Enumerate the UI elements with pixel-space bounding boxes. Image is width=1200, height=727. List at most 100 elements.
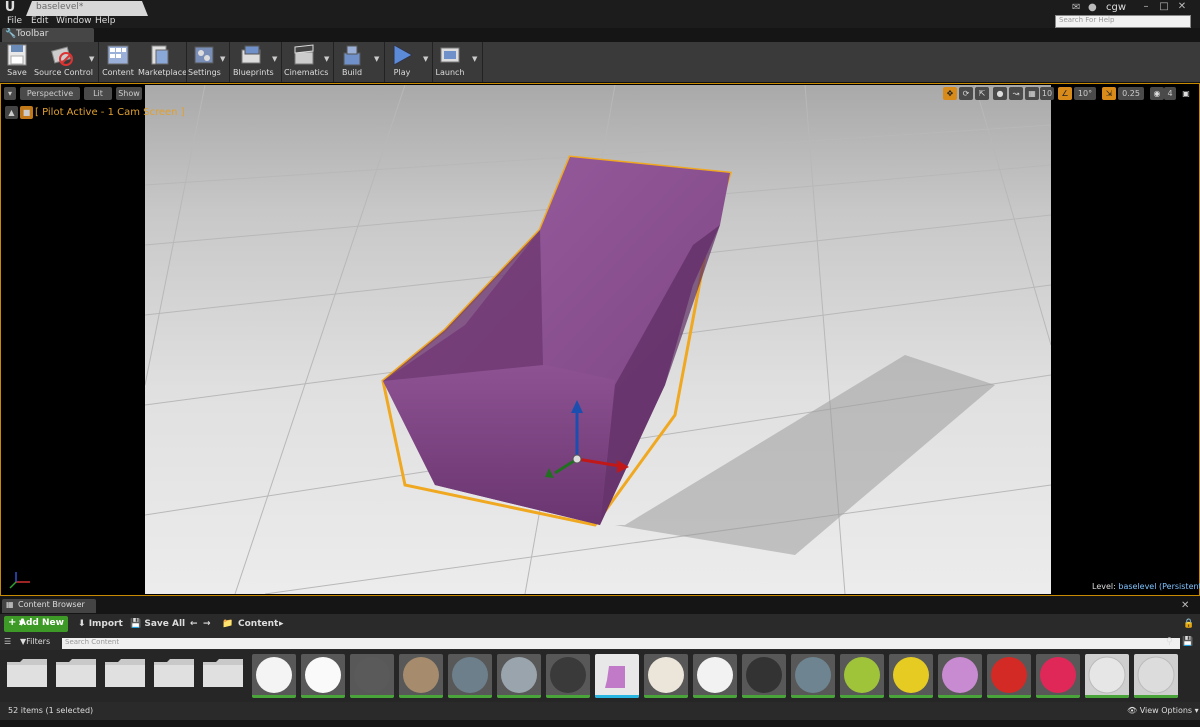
view-options-button[interactable]: 👁 View Options ▾ [1127,706,1199,715]
material-asset-tile[interactable] [546,654,590,698]
content-path-label: Content [238,619,279,629]
viewport-scene[interactable] [145,85,1051,594]
marketplace-icon [151,45,169,65]
content-button[interactable]: Content [102,42,134,82]
maximize-viewport-icon[interactable]: ▣ [1180,87,1192,100]
material-asset-tile[interactable] [693,654,737,698]
content-search-input[interactable]: Search Content [62,638,1180,649]
marketplace-button[interactable]: Marketplace [138,42,187,82]
content-path[interactable]: Content [238,619,278,629]
material-asset-tile[interactable] [1085,654,1129,698]
settings-dropdown-icon[interactable]: ▼ [220,55,225,63]
user-icon[interactable]: ● [1088,2,1097,13]
lock-icon[interactable]: 🔒 [1183,619,1194,629]
perspective-button[interactable]: Perspective [20,87,80,100]
material-asset-tile[interactable] [889,654,933,698]
scene-render [145,85,1051,594]
build-dropdown-icon[interactable]: ▼ [374,55,379,63]
toolbar-tab[interactable]: 🔧 Toolbar [2,28,94,42]
material-asset-tile[interactable] [742,654,786,698]
cinematics-dropdown-icon[interactable]: ▼ [324,55,329,63]
folder-tile[interactable] [104,658,146,688]
material-asset-tile[interactable] [644,654,688,698]
save-all-label: Save All [144,619,186,629]
scale-snap-icon[interactable]: ⇲ [1102,87,1116,100]
surface-snap-icon[interactable]: ↝ [1009,87,1023,100]
level-document-tab[interactable]: baselevel* [26,1,148,16]
material-asset-tile[interactable] [1036,654,1080,698]
chat-icon[interactable]: ✉ [1072,2,1080,13]
folder-tile[interactable] [202,658,244,688]
search-icon[interactable]: ⚲ [1166,637,1173,647]
play-dropdown-icon[interactable]: ▼ [423,55,428,63]
pilot-status: [ Pilot Active - 1 Cam Screen ] [35,107,185,118]
save-button[interactable]: Save [3,42,31,82]
eject-pilot-icon[interactable]: ▲ [5,106,18,119]
material-asset-tile[interactable] [399,654,443,698]
source-control-button[interactable]: Source Control [34,42,93,82]
translate-tool-icon[interactable]: ✥ [943,87,957,100]
minimize-icon[interactable]: – [1140,1,1152,13]
add-new-button[interactable]: + Add New ▼ [4,616,68,632]
menu-edit[interactable]: Edit [31,16,48,26]
blueprints-button[interactable]: Blueprints [233,42,274,82]
path-chevron-icon[interactable]: ▸ [279,619,284,629]
close-icon[interactable]: ✕ [1176,1,1188,13]
material-asset-tile[interactable] [987,654,1031,698]
show-button[interactable]: Show [116,87,142,100]
viewport-options-icon[interactable]: ▾ [4,87,16,100]
import-button[interactable]: ⬇ Import [78,619,123,629]
rotation-snap-value[interactable]: 10° [1074,87,1096,100]
material-asset-tile[interactable] [448,654,492,698]
settings-button[interactable]: Settings [188,42,221,82]
menu-help[interactable]: Help [95,16,116,26]
source-control-dropdown-icon[interactable]: ▼ [89,55,94,63]
menu-bar: File Edit Window Help [0,16,1200,28]
pilot-camera-icon[interactable]: ■ [20,106,33,119]
world-space-icon[interactable]: ● [993,87,1007,100]
folder-tile[interactable] [55,658,97,688]
main-toolbar: Save Source Control ▼ Content Marketplac… [0,42,1200,83]
rotation-snap-icon[interactable]: ∠ [1058,87,1072,100]
material-asset-tile[interactable] [938,654,982,698]
rotate-tool-icon[interactable]: ⟳ [959,87,973,100]
filters-button[interactable]: ▼Filters [20,637,50,646]
back-arrow-icon[interactable]: ← [190,619,198,629]
forward-arrow-icon[interactable]: → [203,619,211,629]
content-browser-tab[interactable]: ▦ Content Browser [2,599,96,613]
maximize-icon[interactable]: □ [1158,1,1170,13]
cinematics-button[interactable]: Cinematics [284,42,328,82]
sources-toggle-icon[interactable]: ☰ [4,637,11,646]
camera-speed-value[interactable]: 4 [1164,87,1176,100]
material-asset-tile[interactable] [497,654,541,698]
blueprints-dropdown-icon[interactable]: ▼ [272,55,277,63]
save-search-icon[interactable]: 💾 [1182,637,1193,647]
play-icon [393,44,414,66]
grid-snap-icon[interactable]: ▦ [1025,87,1039,100]
material-asset-tile[interactable] [252,654,296,698]
material-asset-tile[interactable] [301,654,345,698]
chair-mesh-asset-tile[interactable] [595,654,639,698]
lit-button[interactable]: Lit [84,87,112,100]
save-all-button[interactable]: 💾 Save All [130,619,185,629]
launch-button[interactable]: Launch [434,42,466,82]
material-asset-tile[interactable] [791,654,835,698]
scale-tool-icon[interactable]: ⇱ [975,87,989,100]
wrench-icon: 🔧 [5,29,17,39]
folder-tile[interactable] [6,658,48,688]
rotation-snap-label: 10° [1077,89,1093,98]
material-asset-tile[interactable] [840,654,884,698]
menu-file[interactable]: File [7,16,22,26]
launch-dropdown-icon[interactable]: ▼ [472,55,477,63]
scale-snap-value[interactable]: 0.25 [1118,87,1144,100]
close-panel-icon[interactable]: ✕ [1181,600,1189,611]
play-button[interactable]: Play [386,42,418,82]
material-asset-tile[interactable] [1134,654,1178,698]
search-help-input[interactable]: Search For Help [1055,15,1191,28]
folder-tile[interactable] [153,658,195,688]
menu-window[interactable]: Window [56,16,92,26]
grid-snap-value[interactable]: 10 [1040,87,1054,100]
material-asset-tile[interactable] [350,654,394,698]
camera-speed-icon[interactable]: ◉ [1150,87,1164,100]
build-button[interactable]: Build [337,42,367,82]
